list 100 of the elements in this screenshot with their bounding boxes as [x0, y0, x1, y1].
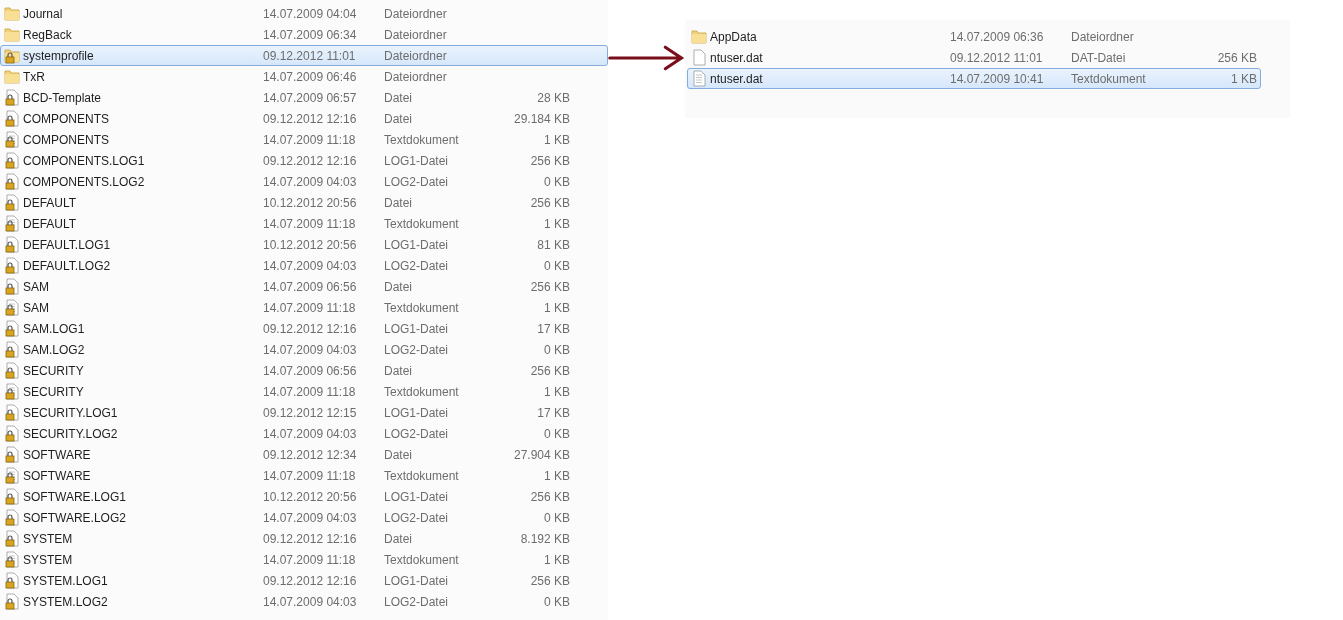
file-row[interactable]: SAM 14.07.2009 06:56 Datei 256 KB: [0, 276, 608, 297]
file-type: Textdokument: [384, 300, 460, 315]
file-row[interactable]: BCD-Template 14.07.2009 06:57 Datei 28 KB: [0, 87, 608, 108]
locked-file-icon: [4, 257, 20, 274]
file-row[interactable]: DEFAULT.LOG1 10.12.2012 20:56 LOG1-Datei 81 KB: [0, 234, 608, 255]
file-name: BCD-Template: [23, 90, 103, 105]
file-row[interactable]: SOFTWARE.LOG2 14.07.2009 04:03 LOG2-Datei 0 KB: [0, 507, 608, 528]
file-type: LOG1-Datei: [384, 321, 450, 336]
file-row[interactable]: SYSTEM 14.07.2009 11:18 Textdokument 1 KB: [0, 549, 608, 570]
file-name: SECURITY: [23, 384, 85, 399]
modified-date: 09.12.2012 12:16: [263, 111, 358, 126]
modified-date: 14.07.2009 11:18: [263, 216, 357, 231]
file-row[interactable]: TxR 14.07.2009 06:46 Dateiordner: [0, 66, 608, 87]
modified-date: 14.07.2009 11:18: [263, 384, 357, 399]
modified-date: 09.12.2012 12:16: [263, 531, 358, 546]
file-name: SAM: [23, 279, 50, 294]
file-type: Textdokument: [384, 468, 460, 483]
file-name: DEFAULT: [23, 216, 78, 231]
file-row[interactable]: ntuser.dat 09.12.2012 11:01 DAT-Datei 256 KB: [687, 47, 1261, 68]
file-name: SYSTEM: [23, 552, 74, 567]
file-row[interactable]: SOFTWARE.LOG1 10.12.2012 20:56 LOG1-Datei 256 KB: [0, 486, 608, 507]
modified-date: 14.07.2009 11:18: [263, 300, 357, 315]
modified-date: 14.07.2009 06:57: [263, 90, 358, 105]
file-row[interactable]: COMPONENTS.LOG1 09.12.2012 12:16 LOG1-Datei 256 KB: [0, 150, 608, 171]
file-name: COMPONENTS: [23, 132, 110, 147]
modified-date: 14.07.2009 04:03: [263, 342, 358, 357]
locked-text-file-icon: [4, 131, 20, 148]
file-row[interactable]: systemprofile 09.12.2012 11:01 Dateiordner: [0, 45, 608, 66]
modified-date: 14.07.2009 11:18: [263, 552, 357, 567]
file-name: DEFAULT: [23, 195, 78, 210]
file-size: 256 KB: [529, 363, 570, 378]
arrow-icon: [608, 43, 685, 73]
file-type: Dateiordner: [384, 48, 448, 63]
folder-icon: [691, 28, 707, 45]
locked-text-file-icon: [4, 467, 20, 484]
locked-file-icon: [4, 446, 20, 463]
file-size: 256 KB: [529, 153, 570, 168]
file-name: SOFTWARE: [23, 447, 92, 462]
file-row[interactable]: COMPONENTS.LOG2 14.07.2009 04:03 LOG2-Datei 0 KB: [0, 171, 608, 192]
file-row[interactable]: SAM.LOG2 14.07.2009 04:03 LOG2-Datei 0 KB: [0, 339, 608, 360]
modified-date: 09.12.2012 11:01: [950, 50, 1044, 65]
locked-file-icon: [4, 509, 20, 526]
locked-file-icon: [4, 236, 20, 253]
modified-date: 14.07.2009 10:41: [950, 71, 1045, 86]
locked-file-icon: [4, 488, 20, 505]
modified-date: 14.07.2009 06:46: [263, 69, 358, 84]
file-row[interactable]: SOFTWARE 14.07.2009 11:18 Textdokument 1 KB: [0, 465, 608, 486]
file-name: systemprofile: [23, 48, 95, 63]
file-row[interactable]: SYSTEM.LOG2 14.07.2009 04:03 LOG2-Datei 0 KB: [0, 591, 608, 612]
modified-date: 14.07.2009 04:03: [263, 594, 358, 609]
file-row[interactable]: SECURITY 14.07.2009 11:18 Textdokument 1 KB: [0, 381, 608, 402]
file-row[interactable]: SOFTWARE 09.12.2012 12:34 Datei 27.904 KB: [0, 444, 608, 465]
file-size: 28 KB: [536, 90, 570, 105]
file-name: SOFTWARE.LOG1: [23, 489, 127, 504]
file-type: DAT-Datei: [1071, 50, 1127, 65]
file-type: LOG1-Datei: [384, 405, 450, 420]
modified-date: 14.07.2009 06:34: [263, 27, 358, 42]
file-type: LOG1-Datei: [384, 489, 450, 504]
file-row[interactable]: Journal 14.07.2009 04:04 Dateiordner: [0, 3, 608, 24]
file-type: LOG2-Datei: [384, 342, 450, 357]
file-row[interactable]: DEFAULT 14.07.2009 11:18 Textdokument 1 KB: [0, 213, 608, 234]
file-type: Textdokument: [384, 552, 460, 567]
file-type: Textdokument: [384, 132, 460, 147]
file-name: RegBack: [23, 27, 73, 42]
file-row[interactable]: ntuser.dat 14.07.2009 10:41 Textdokument 1 KB: [687, 68, 1261, 89]
file-name: SECURITY.LOG1: [23, 405, 119, 420]
file-type: Dateiordner: [384, 27, 448, 42]
modified-date: 14.07.2009 04:03: [263, 174, 358, 189]
file-row[interactable]: SAM 14.07.2009 11:18 Textdokument 1 KB: [0, 297, 608, 318]
file-row[interactable]: SYSTEM.LOG1 09.12.2012 12:16 LOG1-Datei 256 KB: [0, 570, 608, 591]
modified-date: 09.12.2012 12:34: [263, 447, 358, 462]
file-row[interactable]: RegBack 14.07.2009 06:34 Dateiordner: [0, 24, 608, 45]
file-name: AppData: [710, 29, 758, 44]
file-row[interactable]: SECURITY.LOG1 09.12.2012 12:15 LOG1-Datei 17 KB: [0, 402, 608, 423]
file-size: 17 KB: [536, 321, 570, 336]
file-size: 0 KB: [543, 510, 570, 525]
file-size: 0 KB: [543, 426, 570, 441]
file-type: Datei: [384, 111, 413, 126]
locked-file-icon: [4, 530, 20, 547]
file-type: Datei: [384, 195, 413, 210]
modified-date: 14.07.2009 04:03: [263, 510, 358, 525]
file-row[interactable]: COMPONENTS 09.12.2012 12:16 Datei 29.184 KB: [0, 108, 608, 129]
file-type: Dateiordner: [1071, 29, 1135, 44]
file-row[interactable]: COMPONENTS 14.07.2009 11:18 Textdokument 1 KB: [0, 129, 608, 150]
file-name: SAM: [23, 300, 50, 315]
file-row[interactable]: SYSTEM 09.12.2012 12:16 Datei 8.192 KB: [0, 528, 608, 549]
file-row[interactable]: AppData 14.07.2009 06:36 Dateiordner: [687, 26, 1261, 47]
file-row[interactable]: DEFAULT 10.12.2012 20:56 Datei 256 KB: [0, 192, 608, 213]
locked-file-icon: [4, 194, 20, 211]
file-name: Journal: [23, 6, 64, 21]
file-size: 0 KB: [543, 342, 570, 357]
file-type: LOG2-Datei: [384, 258, 450, 273]
modified-date: 14.07.2009 04:03: [263, 258, 358, 273]
file-row[interactable]: SECURITY 14.07.2009 06:56 Datei 256 KB: [0, 360, 608, 381]
file-type: Textdokument: [384, 384, 460, 399]
file-row[interactable]: SAM.LOG1 09.12.2012 12:16 LOG1-Datei 17 KB: [0, 318, 608, 339]
file-row[interactable]: DEFAULT.LOG2 14.07.2009 04:03 LOG2-Datei 0 KB: [0, 255, 608, 276]
file-row[interactable]: SECURITY.LOG2 14.07.2009 04:03 LOG2-Datei 0 KB: [0, 423, 608, 444]
file-size: 256 KB: [529, 195, 570, 210]
file-type: Textdokument: [1071, 71, 1147, 86]
